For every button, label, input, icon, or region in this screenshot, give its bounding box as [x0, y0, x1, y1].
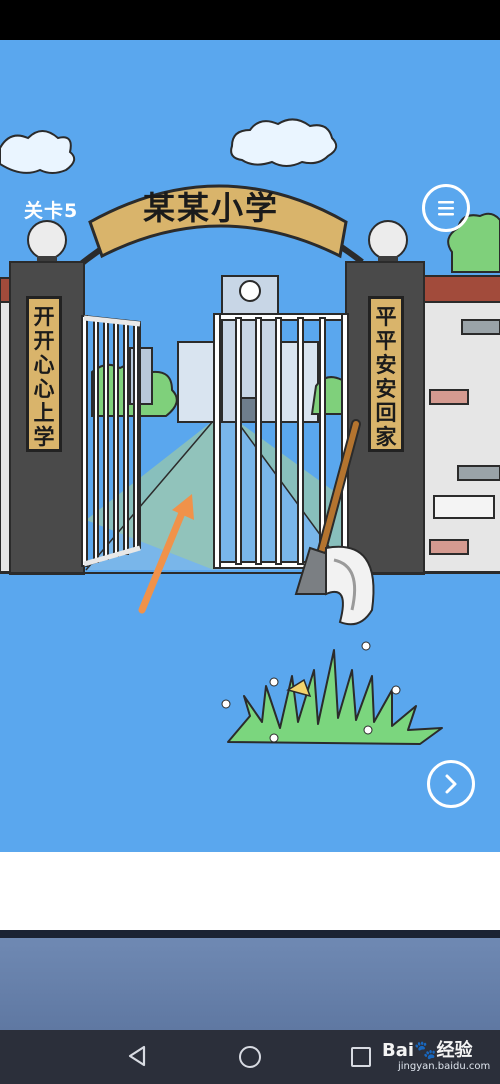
menu-button[interactable]: [422, 184, 470, 232]
home-circle-icon[interactable]: [239, 1046, 261, 1068]
menu-icon: [438, 201, 454, 216]
level-label: 关卡5: [24, 200, 79, 222]
right-banner: 平平安安回家: [368, 296, 404, 452]
recent-square-icon[interactable]: [351, 1047, 371, 1067]
wall-right: [423, 275, 500, 573]
watermark-url: jingyan.baidu.com: [398, 1061, 491, 1072]
divider: [0, 930, 500, 938]
game-canvas: 关卡5 某某小学 开开心心上学 平平安安回家: [0, 40, 500, 852]
ad-area: [0, 852, 500, 930]
school-name-sign: 某某小学: [142, 189, 279, 227]
chevron-right-icon: [445, 774, 457, 794]
next-button[interactable]: [427, 760, 475, 808]
school-gate-scene: [0, 118, 500, 745]
cloud-left: [0, 130, 76, 174]
cloud-right: [230, 118, 338, 167]
system-nav-bar: Bai🐾经验 jingyan.baidu.com: [0, 1030, 500, 1084]
back-triangle-icon[interactable]: [126, 1044, 148, 1068]
grass-tuft[interactable]: [221, 641, 443, 745]
left-banner: 开开心心上学: [26, 296, 62, 452]
bottom-panel: [0, 938, 500, 1030]
status-bar: [0, 0, 500, 40]
watermark-brand: Bai🐾经验: [382, 1040, 473, 1061]
